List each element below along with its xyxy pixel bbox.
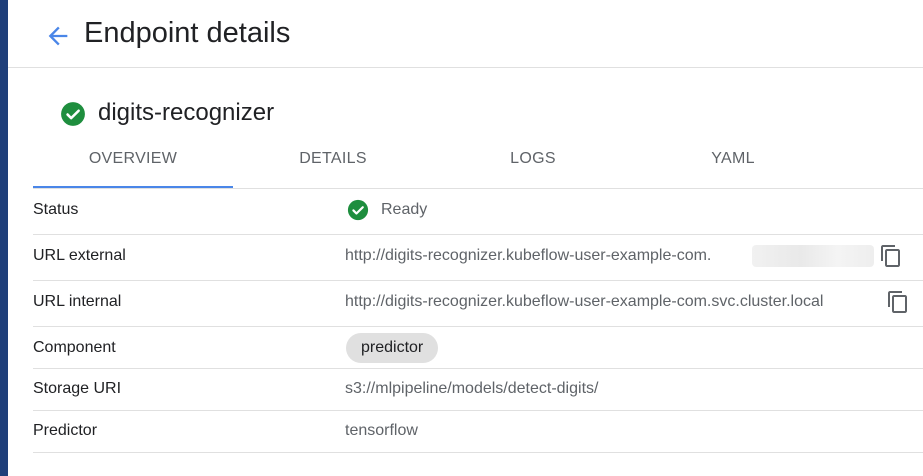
endpoint-name: digits-recognizer [98,99,275,126]
storage-uri-row: Storage URI s3://mlpipeline/models/detec… [33,368,923,411]
copy-icon [888,291,907,313]
component-label: Component [33,339,116,356]
copy-url-internal-button[interactable] [886,290,910,314]
status-row: Status Ready [33,188,923,235]
tab-logs[interactable]: LOGS [433,140,633,187]
url-internal-value: http://digits-recognizer.kubeflow-user-e… [345,293,824,310]
status-value: Ready [381,201,428,218]
arrow-back-icon [48,26,68,46]
copy-url-external-button[interactable] [879,244,903,268]
tab-details[interactable]: DETAILS [233,140,433,187]
url-external-row: URL external http://digits-recognizer.ku… [33,234,923,281]
storage-uri-value: s3://mlpipeline/models/detect-digits/ [345,380,599,397]
component-row: Component predictor [33,326,923,369]
tab-yaml[interactable]: YAML [633,140,833,187]
predictor-label: Predictor [33,422,98,439]
check-circle-icon [61,102,85,126]
left-nav-edge [0,0,8,476]
copy-icon [881,245,900,267]
check-circle-icon [347,199,369,221]
url-external-label: URL external [33,247,126,264]
back-button[interactable] [44,22,72,50]
page-title: Endpoint details [84,17,291,49]
storage-uri-label: Storage URI [33,380,122,397]
url-internal-row: URL internal http://digits-recognizer.ku… [33,280,923,327]
tab-bar: OVERVIEW DETAILS LOGS YAML [33,140,923,189]
status-label: Status [33,201,79,218]
url-external-value: http://digits-recognizer.kubeflow-user-e… [345,247,712,264]
component-chip: predictor [346,333,439,363]
predictor-row: Predictor tensorflow [33,410,923,453]
predictor-value: tensorflow [345,422,418,439]
url-internal-label: URL internal [33,293,122,310]
page-header: Endpoint details [8,0,923,68]
redacted-region [752,245,874,267]
tab-overview[interactable]: OVERVIEW [33,140,233,188]
